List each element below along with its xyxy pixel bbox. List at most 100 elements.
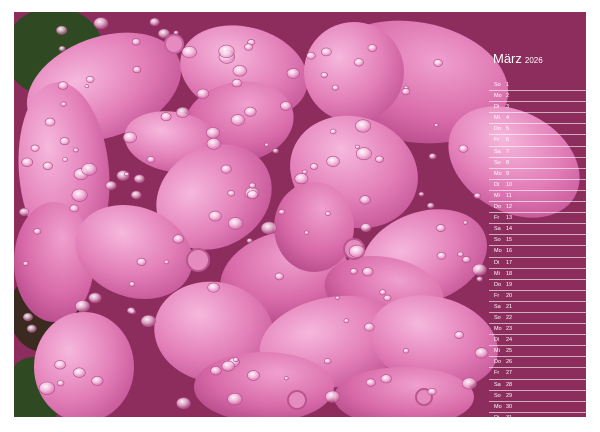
day-row: Fr 13	[489, 213, 586, 225]
raindrop	[133, 174, 145, 184]
day-row: So 22	[489, 313, 586, 325]
day-number: 11	[506, 192, 512, 199]
weekday-label: Mi	[494, 115, 500, 122]
raindrop	[56, 380, 65, 387]
raindrop	[283, 376, 289, 381]
day-row: So 1	[489, 80, 586, 92]
raindrop	[435, 224, 446, 232]
raindrop	[84, 84, 90, 89]
raindrop	[210, 366, 222, 376]
weekday-label: Fr	[494, 292, 500, 299]
day-number: 8	[506, 159, 510, 166]
day-row: Mi 11	[489, 191, 586, 203]
raindrop	[428, 153, 437, 160]
raindrop	[401, 87, 411, 96]
raindrop	[244, 43, 253, 51]
weekday-label: Mi	[494, 348, 500, 355]
month-title: März 2026	[493, 51, 543, 66]
day-number: 9	[506, 170, 510, 177]
raindrop	[473, 192, 482, 199]
raindrop	[353, 58, 364, 67]
raindrop	[362, 267, 374, 277]
raindrop	[324, 390, 340, 403]
raindrop	[264, 142, 270, 147]
raindrop	[348, 244, 366, 258]
raindrop	[354, 144, 360, 149]
raindrop	[58, 45, 66, 52]
raindrop	[462, 256, 471, 264]
day-number: 29	[506, 392, 513, 399]
raindrop	[343, 318, 350, 324]
raindrop	[230, 114, 245, 126]
raindrop	[367, 44, 377, 52]
raindrop	[196, 88, 210, 99]
day-number: 4	[506, 115, 510, 122]
raindrop	[73, 367, 86, 378]
raindrop	[355, 147, 372, 161]
raindrop	[280, 101, 292, 111]
raindrop	[476, 276, 483, 282]
day-number: 12	[506, 204, 513, 211]
day-number: 1	[506, 82, 510, 88]
raindrop	[71, 188, 88, 202]
day-number: 13	[506, 215, 513, 222]
day-number: 23	[506, 326, 513, 333]
raindrop	[248, 182, 256, 189]
weekday-label: Mo	[494, 93, 502, 100]
raindrop	[472, 263, 487, 276]
raindrop	[149, 17, 160, 27]
raindrop	[163, 259, 170, 265]
weekday-label: Mo	[494, 326, 502, 333]
raindrop	[232, 357, 239, 362]
weekday-label: Di	[494, 414, 499, 417]
day-row: Do 26	[489, 357, 586, 369]
raindrop	[33, 228, 42, 235]
raindrop	[309, 163, 319, 170]
raindrop	[44, 117, 56, 127]
weekday-label: Mi	[494, 270, 500, 277]
raindrop	[38, 381, 56, 395]
raindrop	[91, 375, 104, 386]
day-row: Sa 14	[489, 224, 586, 236]
weekday-label: Mo	[494, 248, 502, 255]
day-number: 22	[506, 314, 513, 321]
weekday-label: Sa	[494, 226, 501, 233]
weekday-label: Sa	[494, 303, 501, 310]
raindrop	[324, 358, 332, 365]
raindrop	[301, 169, 308, 175]
raindrop	[433, 59, 443, 67]
raindrop	[335, 295, 340, 300]
day-row: Do 12	[489, 202, 586, 214]
day-row: Mo 23	[489, 324, 586, 336]
raindrop	[454, 331, 465, 339]
raindrop	[247, 370, 260, 381]
day-row: Fr 27	[489, 368, 586, 380]
raindrop	[75, 300, 90, 313]
raindrop	[457, 251, 464, 257]
day-number: 3	[506, 104, 510, 111]
raindrop	[130, 190, 142, 200]
day-row: So 29	[489, 391, 586, 402]
raindrop	[461, 377, 477, 390]
raindrop	[26, 324, 37, 333]
raindrop	[349, 268, 358, 275]
day-number: 5	[506, 126, 510, 133]
weekday-label: Sa	[494, 381, 501, 388]
year-label: 2026	[524, 56, 543, 65]
raindrop	[105, 181, 117, 191]
raindrop	[157, 28, 170, 39]
raindrop	[228, 217, 244, 230]
raindrop	[232, 65, 247, 77]
day-number: 19	[506, 281, 513, 288]
raindrop	[436, 251, 447, 260]
raindrop	[132, 66, 142, 74]
raindrop	[286, 68, 300, 79]
raindrop	[128, 281, 136, 287]
raindrop	[131, 38, 141, 46]
day-row: Fr 20	[489, 291, 586, 302]
day-row: Do 5	[489, 124, 586, 136]
raindrop	[122, 131, 137, 144]
raindrop	[246, 238, 253, 244]
raindrop	[57, 81, 69, 90]
day-row: Mo 2	[489, 91, 586, 103]
